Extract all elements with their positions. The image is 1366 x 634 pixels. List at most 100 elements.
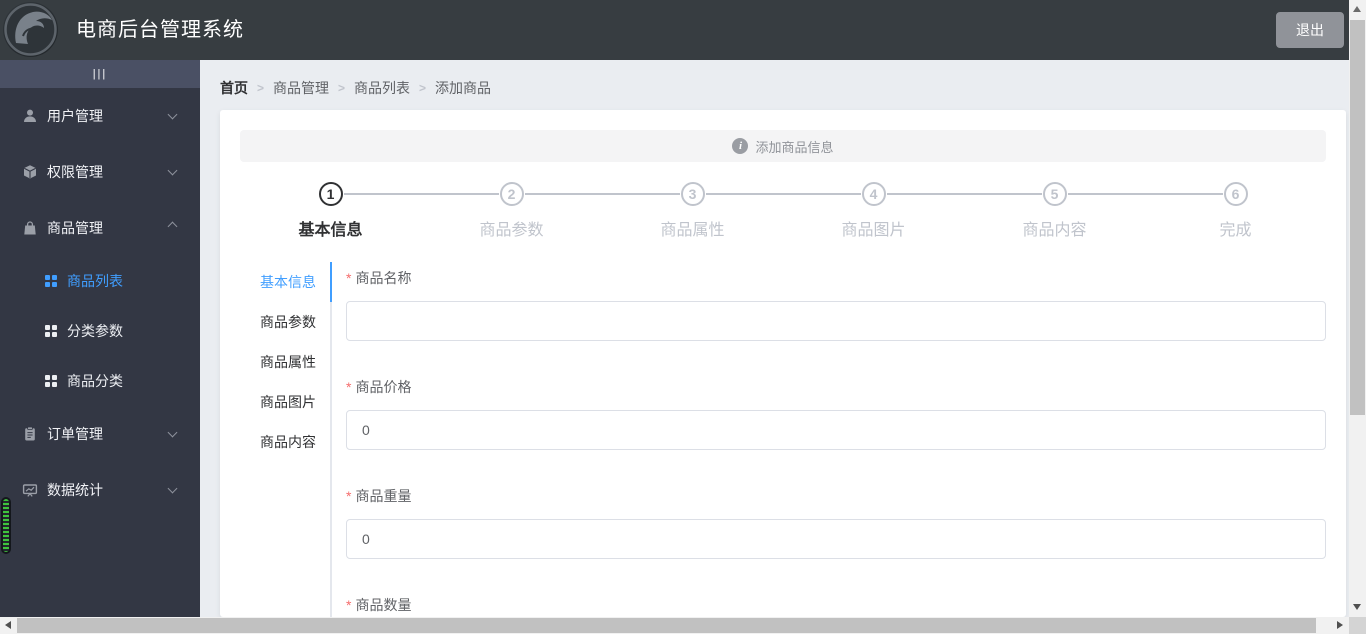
stats-icon xyxy=(22,482,38,498)
breadcrumb-separator: > xyxy=(419,81,427,95)
step-label: 商品图片 xyxy=(841,222,906,239)
steps-bar: 1 基本信息 2 商品参数 3 商品属性 4 商品图片 5 商品内容 6 完成 xyxy=(240,182,1326,240)
grid-icon xyxy=(45,375,57,387)
tab-goods-attrs[interactable]: 商品属性 xyxy=(240,342,330,382)
sidebar-item-goods[interactable]: 商品管理 xyxy=(0,200,200,256)
scroll-left-arrow-icon[interactable] xyxy=(5,621,11,629)
vertical-scrollbar[interactable] xyxy=(1349,0,1366,617)
required-mark: * xyxy=(346,270,352,286)
breadcrumb-separator: > xyxy=(338,81,346,95)
goods-price-label: * 商品价格 xyxy=(346,379,412,395)
info-alert: i 添加商品信息 xyxy=(240,130,1326,162)
step-label: 完成 xyxy=(1219,222,1252,239)
tab-nav: 基本信息 商品参数 商品属性 商品图片 商品内容 xyxy=(240,262,332,617)
add-goods-card: i 添加商品信息 1 基本信息 2 商品参数 3 商品属性 4 商品图片 5 商 xyxy=(220,110,1346,617)
goods-number-label: * 商品数量 xyxy=(346,597,412,613)
sidebar-item-label: 数据统计 xyxy=(47,482,103,498)
step-label: 商品属性 xyxy=(660,222,725,239)
breadcrumb-home[interactable]: 首页 xyxy=(220,78,248,98)
step-label: 基本信息 xyxy=(298,222,363,239)
breadcrumb-goods-list[interactable]: 商品列表 xyxy=(354,78,410,98)
logo-icon xyxy=(3,2,58,57)
header-bar: 电商后台管理系统 退出 xyxy=(0,0,1349,60)
tab-basic-info[interactable]: 基本信息 xyxy=(240,262,330,302)
tab-goods-params[interactable]: 商品参数 xyxy=(240,302,330,342)
chevron-down-icon xyxy=(167,165,178,176)
sidebar-subitem-label: 商品分类 xyxy=(67,373,123,389)
logout-button[interactable]: 退出 xyxy=(1276,12,1344,48)
page-title: 电商后台管理系统 xyxy=(76,19,244,41)
sidebar-collapse-toggle[interactable]: ||| xyxy=(0,60,200,88)
goods-name-input[interactable] xyxy=(346,301,1326,341)
app-window: 电商后台管理系统 退出 ||| 用户管理 权限管理 商品管理 商品列表 分类参数… xyxy=(0,0,1366,634)
step-basic-info: 1 基本信息 xyxy=(240,182,499,240)
user-icon xyxy=(22,108,38,124)
goods-name-label: * 商品名称 xyxy=(346,270,412,286)
goods-price-input[interactable] xyxy=(346,410,1326,450)
horizontal-scrollbar[interactable] xyxy=(0,617,1349,634)
chevron-down-icon xyxy=(167,483,178,494)
step-number: 1 xyxy=(318,182,343,206)
scroll-up-arrow-icon[interactable] xyxy=(1353,6,1361,12)
required-mark: * xyxy=(346,379,352,395)
form-item-goods-number: * 商品数量 xyxy=(346,589,1326,617)
basic-info-form: *商品名称 *商品价格 *商品重量 *商品数量 xyxy=(332,262,1326,617)
sidebar-item-permissions[interactable]: 权限管理 xyxy=(0,144,200,200)
required-mark: * xyxy=(346,488,352,504)
step-number: 2 xyxy=(499,182,524,206)
sidebar-subitem-goods-list[interactable]: 商品列表 xyxy=(0,256,200,306)
sidebar-item-orders[interactable]: 订单管理 xyxy=(0,406,200,462)
step-goods-attrs: 3 商品属性 xyxy=(602,182,861,240)
chevron-down-icon xyxy=(167,427,178,438)
sidebar-subitem-label: 分类参数 xyxy=(67,323,123,339)
goods-weight-label: * 商品重量 xyxy=(346,488,412,504)
tab-goods-content[interactable]: 商品内容 xyxy=(240,422,330,462)
cube-icon xyxy=(22,164,38,180)
chevron-up-icon xyxy=(167,221,178,232)
step-goods-content: 5 商品内容 xyxy=(964,182,1223,240)
scrollbar-corner xyxy=(1349,617,1366,634)
tab-goods-pics[interactable]: 商品图片 xyxy=(240,382,330,422)
sidebar-item-label: 商品管理 xyxy=(47,220,103,236)
step-finish: 6 完成 xyxy=(1145,182,1326,240)
sidebar-subitem-goods-categories[interactable]: 商品分类 xyxy=(0,356,200,406)
form-item-goods-weight: * 商品重量 xyxy=(346,480,1326,559)
step-label: 商品内容 xyxy=(1022,222,1087,239)
sidebar-item-statistics[interactable]: 数据统计 xyxy=(0,462,200,518)
bag-icon xyxy=(22,220,38,236)
info-icon: i xyxy=(732,138,749,154)
step-goods-pics: 4 商品图片 xyxy=(783,182,1042,240)
vertical-scrollbar-thumb[interactable] xyxy=(1350,20,1365,415)
step-number: 5 xyxy=(1042,182,1067,206)
breadcrumb-separator: > xyxy=(257,81,265,95)
step-number: 4 xyxy=(861,182,886,206)
step-number: 3 xyxy=(680,182,705,206)
sidebar-subitem-label: 商品列表 xyxy=(67,273,123,289)
goods-weight-input[interactable] xyxy=(346,519,1326,559)
sidebar-item-label: 用户管理 xyxy=(47,108,103,124)
tab-active-bar xyxy=(330,262,332,302)
form-item-goods-name: * 商品名称 xyxy=(346,262,1326,341)
sidebar-subitem-category-params[interactable]: 分类参数 xyxy=(0,306,200,356)
scroll-right-arrow-icon[interactable] xyxy=(1337,621,1343,629)
tabs-and-form: 基本信息 商品参数 商品属性 商品图片 商品内容 *商品名称 *商品价格 *商品… xyxy=(240,262,1326,617)
grid-icon xyxy=(45,275,57,287)
step-number: 6 xyxy=(1223,182,1248,206)
sidebar: ||| 用户管理 权限管理 商品管理 商品列表 分类参数 商品分类 订单管理 数… xyxy=(0,60,200,617)
order-icon xyxy=(22,426,38,442)
horizontal-scrollbar-thumb[interactable] xyxy=(17,618,1316,633)
breadcrumb: 首页 > 商品管理 > 商品列表 > 添加商品 xyxy=(220,78,491,98)
chevron-down-icon xyxy=(167,109,178,120)
scroll-down-arrow-icon[interactable] xyxy=(1353,604,1361,610)
battery-indicator xyxy=(1,497,11,554)
sidebar-item-users[interactable]: 用户管理 xyxy=(0,88,200,144)
step-goods-params: 2 商品参数 xyxy=(421,182,680,240)
step-label: 商品参数 xyxy=(479,222,544,239)
sidebar-item-label: 权限管理 xyxy=(47,164,103,180)
breadcrumb-goods-manage[interactable]: 商品管理 xyxy=(273,78,329,98)
alert-text: 添加商品信息 xyxy=(755,139,834,155)
form-item-goods-price: * 商品价格 xyxy=(346,371,1326,450)
sidebar-item-label: 订单管理 xyxy=(47,426,103,442)
required-mark: * xyxy=(346,597,352,613)
grid-icon xyxy=(45,325,57,337)
